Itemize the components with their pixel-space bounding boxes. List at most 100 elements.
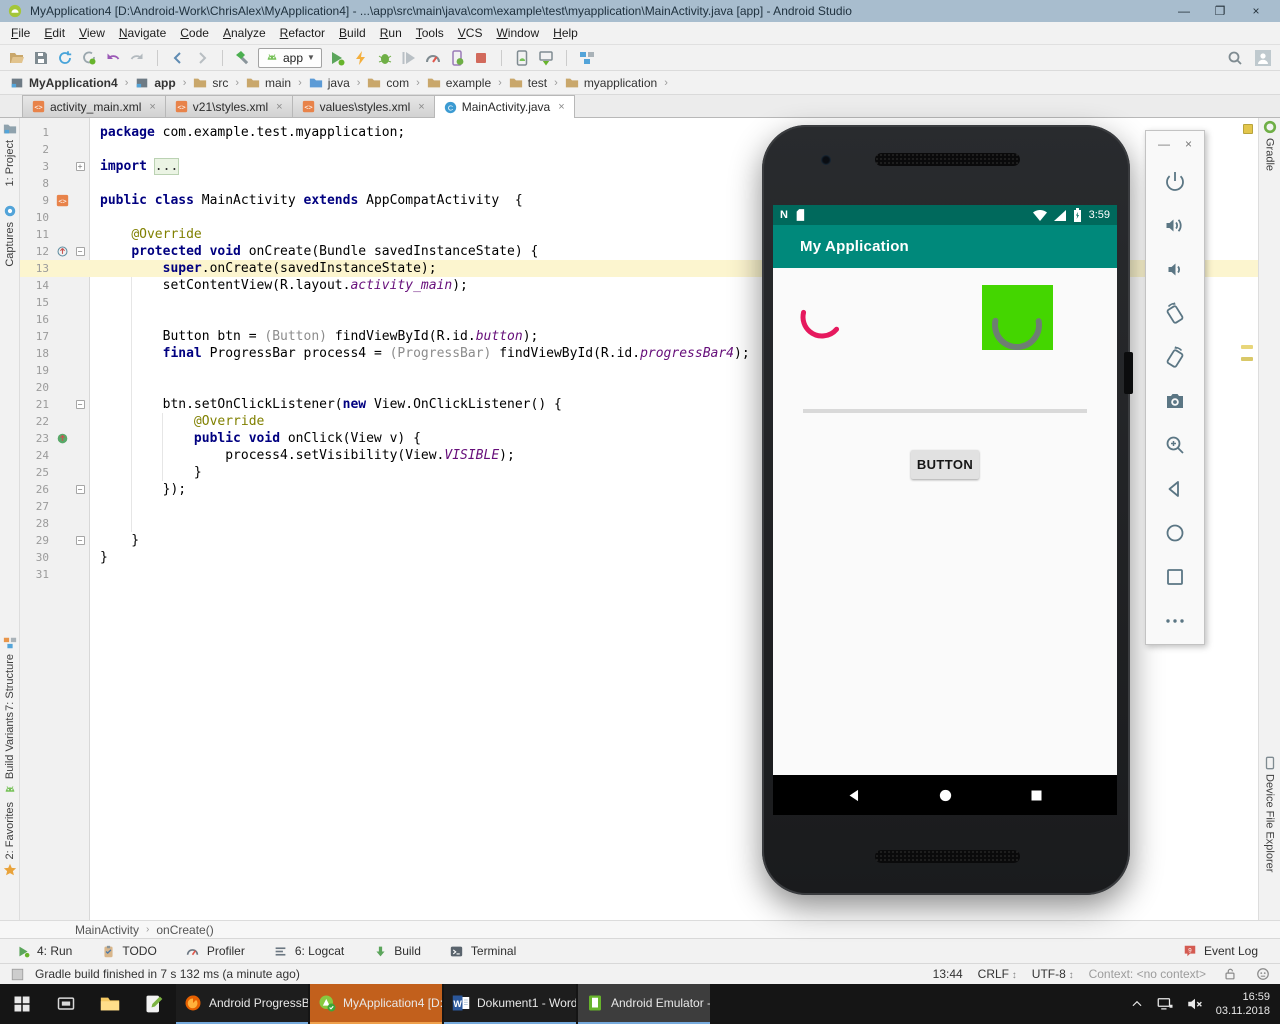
- fold-marker-icon[interactable]: −: [76, 485, 85, 494]
- tray-clock[interactable]: 16:5903.11.2018: [1216, 990, 1270, 1019]
- taskbar-button-word[interactable]: WDokument1 - Word: [444, 984, 576, 1024]
- app-button[interactable]: BUTTON: [911, 450, 979, 479]
- window-maximize-button[interactable]: ❐: [1202, 0, 1238, 22]
- tab-close-icon[interactable]: ×: [558, 101, 564, 113]
- breadcrumb-app[interactable]: app: [133, 76, 177, 90]
- toolwindow-4-run[interactable]: 4: Run: [14, 942, 72, 960]
- project-structure-icon[interactable]: [578, 49, 596, 67]
- menu-window[interactable]: Window: [489, 23, 546, 43]
- menu-help[interactable]: Help: [546, 23, 585, 43]
- menu-edit[interactable]: Edit: [37, 23, 72, 43]
- emulator-rotate-left-icon[interactable]: [1163, 301, 1187, 325]
- run-icon[interactable]: [328, 49, 346, 67]
- toolwindow-build[interactable]: Build: [371, 942, 421, 960]
- tab-mainactivity-java[interactable]: CMainActivity.java×: [434, 95, 575, 118]
- run-config-selector[interactable]: app▼: [258, 48, 322, 68]
- breadcrumb-com[interactable]: com: [365, 76, 411, 90]
- gradle-daemon-icon[interactable]: [1254, 965, 1272, 983]
- menu-run[interactable]: Run: [373, 23, 409, 43]
- stop-icon[interactable]: [472, 49, 490, 67]
- taskbar-button-android-studio[interactable]: MyApplication4 [D:...: [310, 984, 442, 1024]
- line-ending-selector[interactable]: CRLF ↕: [978, 967, 1017, 981]
- open-icon[interactable]: [8, 49, 26, 67]
- toolwindow-6-logcat[interactable]: 6: Logcat: [272, 942, 344, 960]
- attach-debugger-icon[interactable]: [448, 49, 466, 67]
- window-minimize-button[interactable]: —: [1166, 0, 1202, 22]
- menu-vcs[interactable]: VCS: [451, 23, 490, 43]
- apply-changes-icon[interactable]: [400, 49, 418, 67]
- avatar-icon[interactable]: [1254, 49, 1272, 67]
- breadcrumb-main[interactable]: main: [244, 76, 293, 90]
- emulator-zoom-emul-icon[interactable]: [1163, 433, 1187, 457]
- tray-chevron-icon[interactable]: [1130, 997, 1144, 1011]
- tool-strip-gradle[interactable]: Gradle: [1259, 120, 1280, 171]
- avd-manager-icon[interactable]: [513, 49, 531, 67]
- hammer-icon[interactable]: [234, 49, 252, 67]
- task-view-button[interactable]: [44, 984, 88, 1024]
- emulator-volume-up-icon[interactable]: [1163, 213, 1187, 237]
- emulator-more-icon[interactable]: [1163, 609, 1187, 633]
- notepadpp-button[interactable]: [132, 984, 176, 1024]
- tool-strip-captures[interactable]: Captures: [0, 204, 19, 267]
- tray-volume-muted-icon[interactable]: [1186, 995, 1204, 1013]
- fold-marker-icon[interactable]: −: [76, 536, 85, 545]
- breadcrumb-test[interactable]: test: [507, 76, 549, 90]
- emulator-close-icon[interactable]: ×: [1185, 137, 1192, 151]
- emulator-e-back-icon[interactable]: [1163, 477, 1187, 501]
- tab-close-icon[interactable]: ×: [276, 101, 282, 113]
- save-icon[interactable]: [32, 49, 50, 67]
- sync-icon[interactable]: [56, 49, 74, 67]
- toolwindow-todo[interactable]: TODO: [99, 942, 156, 960]
- nav-forward-arrow-icon[interactable]: [193, 49, 211, 67]
- toolwindow-terminal[interactable]: Terminal: [448, 942, 516, 960]
- emulator-power-icon[interactable]: [1163, 169, 1187, 193]
- instant-run-icon[interactable]: [352, 49, 370, 67]
- menu-tools[interactable]: Tools: [409, 23, 451, 43]
- lock-icon[interactable]: [1221, 965, 1239, 983]
- scrollbar-warning-mark[interactable]: [1241, 345, 1253, 349]
- emulator-camera-icon[interactable]: [1163, 389, 1187, 413]
- phone-side-button[interactable]: [1124, 352, 1133, 394]
- window-close-button[interactable]: ×: [1238, 0, 1274, 22]
- tool-strip-1-project[interactable]: 1: Project: [0, 122, 19, 186]
- menu-refactor[interactable]: Refactor: [273, 23, 332, 43]
- undo-icon[interactable]: [104, 49, 122, 67]
- tab-close-icon[interactable]: ×: [149, 101, 155, 113]
- tool-strip-7-structure[interactable]: 7: Structure: [0, 636, 19, 711]
- file-explorer-button[interactable]: [88, 984, 132, 1024]
- editor-breadcrumb-item[interactable]: MainActivity: [75, 923, 139, 937]
- gradle-sync-icon[interactable]: [80, 49, 98, 67]
- tab-activity-main-xml[interactable]: <>activity_main.xml×: [22, 95, 166, 117]
- tab-values-styles-xml[interactable]: <>values\styles.xml×: [292, 95, 435, 117]
- breadcrumb-src[interactable]: src: [191, 76, 230, 90]
- tool-strip-device-file-explorer[interactable]: Device File Explorer: [1259, 756, 1280, 872]
- fold-marker-icon[interactable]: +: [76, 162, 85, 171]
- nav-overview-icon[interactable]: [1029, 788, 1044, 803]
- profiler-gauge-icon[interactable]: [424, 49, 442, 67]
- nav-home-icon[interactable]: [937, 787, 954, 804]
- menu-file[interactable]: File: [4, 23, 37, 43]
- start-button[interactable]: [0, 984, 44, 1024]
- tool-strip-build-variants[interactable]: Build Variants: [0, 712, 19, 797]
- scrollbar-warning-mark[interactable]: [1241, 357, 1253, 361]
- menu-analyze[interactable]: Analyze: [216, 23, 273, 43]
- toolwindow-toggle-icon[interactable]: [8, 965, 26, 983]
- caret-position[interactable]: 13:44: [933, 967, 963, 981]
- inspection-status-square[interactable]: [1243, 124, 1253, 134]
- emulator-e-overview-icon[interactable]: [1163, 565, 1187, 589]
- emulator-screen[interactable]: N 3:59 My Application BUTTO: [773, 205, 1117, 815]
- menu-navigate[interactable]: Navigate: [112, 23, 173, 43]
- breadcrumb-myapplication4[interactable]: MyApplication4: [8, 76, 120, 90]
- taskbar-button-emulator-app[interactable]: Android Emulator -...: [578, 984, 710, 1024]
- toolwindow-profiler[interactable]: Profiler: [184, 942, 245, 960]
- tool-strip-2-favorites[interactable]: 2: Favorites: [0, 802, 19, 877]
- override-red-icon[interactable]: [53, 243, 71, 261]
- menu-view[interactable]: View: [72, 23, 112, 43]
- menu-code[interactable]: Code: [173, 23, 216, 43]
- sdk-manager-icon[interactable]: [537, 49, 555, 67]
- emulator-e-home-icon[interactable]: [1163, 521, 1187, 545]
- tab-close-icon[interactable]: ×: [418, 101, 424, 113]
- toolwindow-event-log[interactable]: 9Event Log: [1181, 942, 1258, 960]
- encoding-selector[interactable]: UTF-8 ↕: [1032, 967, 1074, 981]
- debug-icon[interactable]: [376, 49, 394, 67]
